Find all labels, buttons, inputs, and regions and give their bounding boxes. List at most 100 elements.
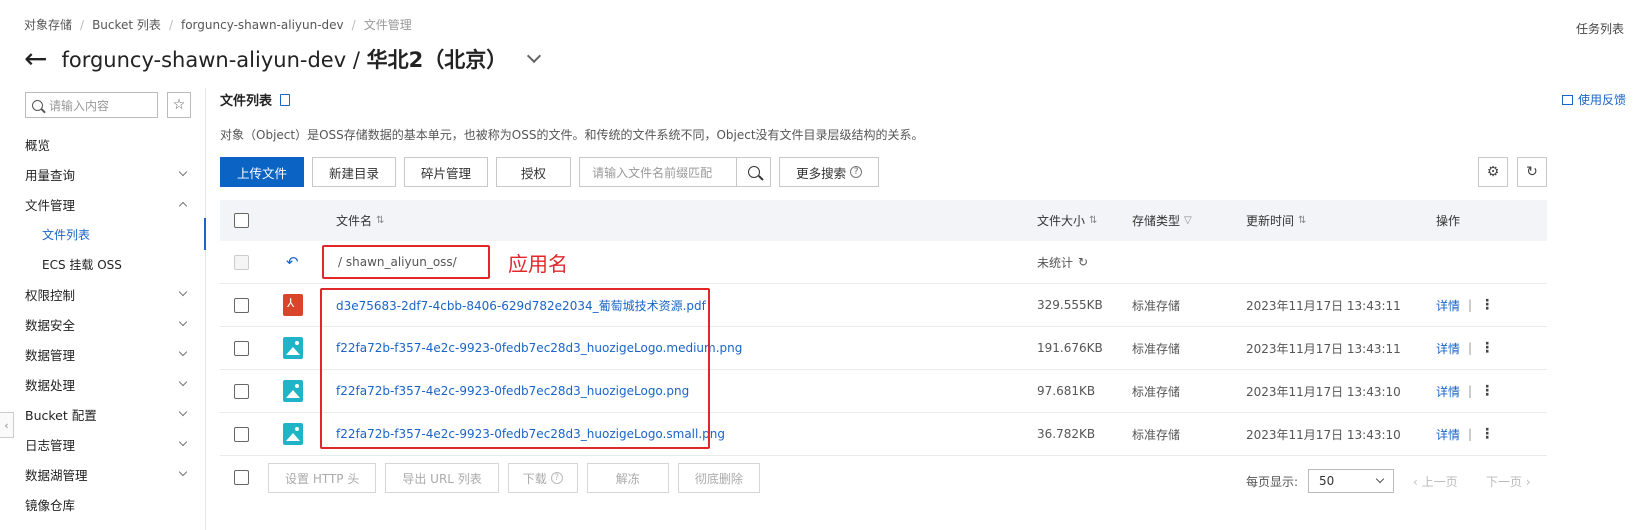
checkbox[interactable] <box>234 213 249 228</box>
sidebar-collapse-handle[interactable]: ‹ <box>0 412 14 438</box>
sidebar-item-access-control[interactable]: 权限控制 <box>0 278 206 310</box>
updated-time: 2023年11月17日 13:43:10 <box>1246 384 1401 399</box>
sidebar-item-data-processing[interactable]: 数据处理 <box>0 368 206 400</box>
detail-link[interactable]: 详情 <box>1436 340 1460 357</box>
feedback-link[interactable]: 使用反馈 <box>1561 91 1626 108</box>
chevron-down-icon <box>1375 474 1385 484</box>
detail-link[interactable]: 详情 <box>1436 426 1460 443</box>
header-storage-type[interactable]: 存储类型 ▽ <box>1132 200 1192 241</box>
sidebar-item-label: 概览 <box>25 137 51 153</box>
sidebar-item-data-security[interactable]: 数据安全 <box>0 308 206 340</box>
chevron-down-icon[interactable] <box>527 48 542 64</box>
sidebar-search-input[interactable]: 请输入内容 <box>25 92 158 118</box>
per-page-select[interactable]: 50 <box>1308 469 1394 493</box>
storage-type: 标准存储 <box>1132 384 1181 399</box>
sort-icon[interactable]: ⇅ <box>1089 215 1097 226</box>
more-search-button[interactable]: 更多搜索? <box>779 157 880 187</box>
sort-icon[interactable]: ⇅ <box>1298 215 1306 226</box>
breadcrumb-separator: / <box>351 17 356 32</box>
updated-time: 2023年11月17日 13:43:10 <box>1246 427 1401 442</box>
task-list-link[interactable]: 任务列表 <box>1576 20 1624 37</box>
fragment-management-button[interactable]: 碎片管理 <box>404 157 489 187</box>
sidebar-item-label: ECS 挂载 OSS <box>42 257 122 272</box>
breadcrumb-item-bucket[interactable]: forguncy-shawn-aliyun-dev <box>181 18 344 32</box>
row-checkbox[interactable] <box>234 284 249 326</box>
sidebar-item-data-lake[interactable]: 数据湖管理 <box>0 458 206 490</box>
feedback-label: 使用反馈 <box>1577 93 1626 107</box>
search-button[interactable] <box>737 157 772 187</box>
storage-type: 标准存储 <box>1132 341 1181 356</box>
image-icon <box>283 327 303 369</box>
authorize-button[interactable]: 授权 <box>496 157 572 187</box>
refresh-icon[interactable]: ↻ <box>1078 255 1088 269</box>
upload-file-button[interactable]: 上传文件 <box>220 157 305 187</box>
more-actions-icon[interactable]: ⋮ <box>1480 426 1494 442</box>
download-button[interactable]: 下载? <box>507 463 578 493</box>
sidebar-item-bucket-config[interactable]: Bucket 配置 <box>0 398 206 430</box>
row-checkbox[interactable] <box>234 413 249 455</box>
storage-type: 标准存储 <box>1132 427 1181 442</box>
sidebar-item-label: Bucket 配置 <box>25 407 97 423</box>
permanent-delete-button[interactable]: 彻底删除 <box>677 463 760 493</box>
sidebar-item-label: 权限控制 <box>25 287 76 303</box>
breadcrumb: 对象存储 / Bucket 列表 / forguncy-shawn-aliyun… <box>24 16 412 33</box>
checkbox[interactable] <box>234 470 249 485</box>
settings-gear-icon[interactable]: ⚙ <box>1478 157 1508 187</box>
file-prefix-search-input[interactable]: 请输入文件名前缀匹配 <box>579 157 738 187</box>
image-file-icon <box>283 380 303 402</box>
select-all-checkbox[interactable] <box>234 200 249 241</box>
updated-time: 2023年11月17日 13:43:11 <box>1246 298 1401 313</box>
return-parent-icon[interactable]: ↶ <box>286 241 299 283</box>
detail-link[interactable]: 详情 <box>1436 383 1460 400</box>
bottom-select-all[interactable] <box>234 470 249 485</box>
sidebar-item-file-management[interactable]: 文件管理 <box>0 188 206 220</box>
chevron-down-icon <box>178 437 188 447</box>
image-icon <box>283 370 303 412</box>
sidebar-item-data-management[interactable]: 数据管理 <box>0 338 206 370</box>
region-name: 华北2（北京） <box>366 48 508 72</box>
row-checkbox[interactable] <box>234 370 249 412</box>
more-actions-icon[interactable]: ⋮ <box>1480 383 1494 399</box>
header-label: 存储类型 <box>1132 214 1181 228</box>
more-actions-icon[interactable]: ⋮ <box>1480 340 1494 356</box>
header-filename[interactable]: 文件名 ⇅ <box>336 200 384 241</box>
new-directory-button[interactable]: 新建目录 <box>312 157 397 187</box>
title-separator: / <box>346 48 367 72</box>
breadcrumb-item-bucket-list[interactable]: Bucket 列表 <box>92 16 161 33</box>
unfreeze-button[interactable]: 解冻 <box>586 463 669 493</box>
refresh-icon[interactable]: ↻ <box>1517 157 1547 187</box>
checkbox[interactable] <box>234 340 249 356</box>
export-url-list-button[interactable]: 导出 URL 列表 <box>385 463 499 493</box>
checkbox[interactable] <box>234 426 249 442</box>
sort-icon[interactable]: ⇅ <box>376 215 384 226</box>
sidebar-item-ecs-mount[interactable]: ECS 挂载 OSS <box>0 248 206 280</box>
per-page-value: 50 <box>1319 474 1335 488</box>
prev-page-button[interactable]: ‹ 上一页 <box>1413 473 1458 490</box>
sidebar-item-overview[interactable]: 概览 <box>0 128 206 160</box>
checkbox <box>234 254 249 270</box>
row-actions: 详情 | ⋮ <box>1436 370 1494 412</box>
set-http-header-button[interactable]: 设置 HTTP 头 <box>268 463 377 493</box>
sidebar-item-usage[interactable]: 用量查询 <box>0 158 206 190</box>
header-updated[interactable]: 更新时间 ⇅ <box>1246 200 1306 241</box>
next-page-button[interactable]: 下一页 › <box>1486 473 1531 490</box>
breadcrumb-item-oss[interactable]: 对象存储 <box>24 16 72 33</box>
document-icon[interactable] <box>280 93 291 106</box>
download-label: 下载 <box>522 471 547 486</box>
section-title: 文件列表 <box>220 94 273 109</box>
sidebar-item-logs[interactable]: 日志管理 <box>0 428 206 460</box>
filter-icon[interactable]: ▽ <box>1184 215 1192 226</box>
sidebar: 请输入内容 ☆ 概览 用量查询 文件管理 文件列表 ECS 挂载 OSS 权限控… <box>0 88 206 530</box>
star-icon[interactable]: ☆ <box>167 92 191 118</box>
sidebar-item-file-list[interactable]: 文件列表 <box>0 218 206 250</box>
detail-link[interactable]: 详情 <box>1436 297 1460 314</box>
row-checkbox[interactable] <box>234 327 249 369</box>
back-arrow-icon[interactable]: ← <box>24 45 47 73</box>
checkbox[interactable] <box>234 297 249 313</box>
object-description: 对象（Object）是OSS存储数据的基本单元，也被称为OSS的文件。和传统的文… <box>220 128 924 142</box>
sidebar-item-image-repo[interactable]: 镜像仓库 <box>0 488 206 520</box>
sidebar-item-label: 数据湖管理 <box>25 467 88 483</box>
more-actions-icon[interactable]: ⋮ <box>1480 297 1494 313</box>
checkbox[interactable] <box>234 383 249 399</box>
header-size[interactable]: 文件大小 ⇅ <box>1037 200 1097 241</box>
